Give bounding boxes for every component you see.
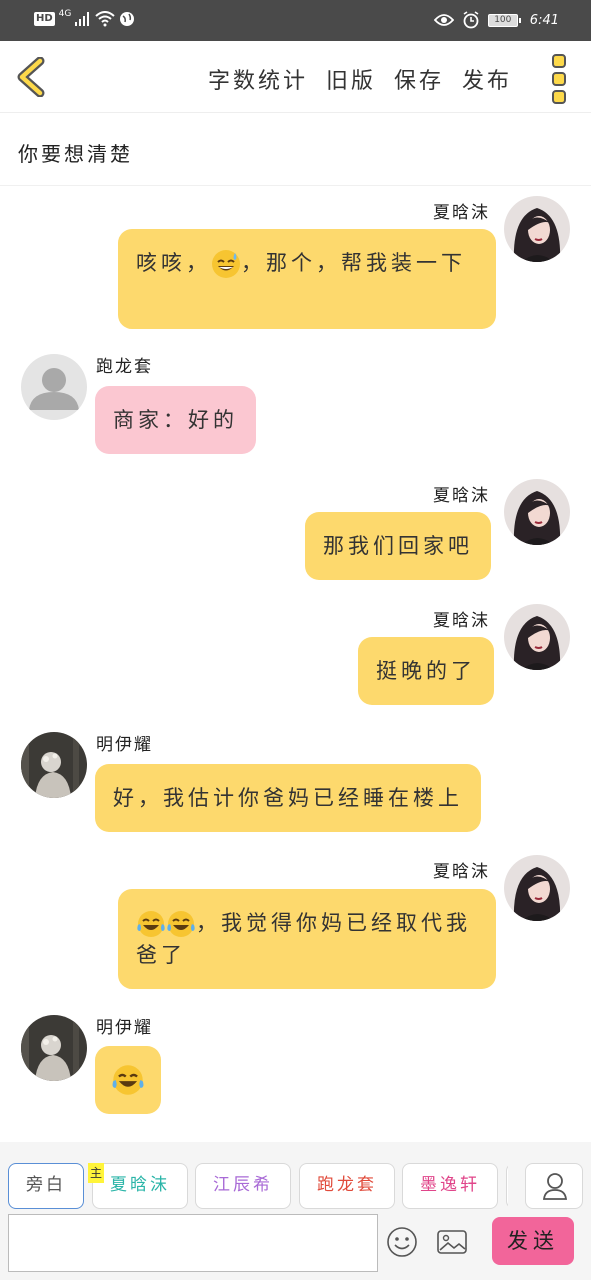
publish-button[interactable]: 发布 (462, 63, 512, 95)
role-chip[interactable]: 跑龙套 (299, 1163, 395, 1209)
eye-icon (433, 14, 454, 26)
role-label: 跑龙套 (317, 1175, 377, 1195)
message-input[interactable] (8, 1214, 378, 1272)
signal-icon (75, 12, 90, 26)
composer-panel: 旁白 夏晗沫 江辰希 跑龙套 墨逸轩 主 发送 (0, 1142, 591, 1280)
more-dot-icon (552, 72, 566, 86)
role-chip[interactable]: 夏晗沫 (92, 1163, 188, 1209)
message-text: 挺晚的了 (376, 659, 476, 683)
status-bar: HD 4G 100 6:41 (0, 0, 591, 41)
more-dot-icon (552, 90, 566, 104)
hd-icon: HD (34, 12, 55, 26)
emoji-button[interactable] (386, 1226, 418, 1258)
avatar[interactable] (504, 855, 570, 921)
avatar[interactable] (21, 732, 87, 798)
girl-avatar-icon (504, 479, 570, 545)
message-bubble[interactable]: 那我们回家吧 (305, 512, 491, 580)
boy-avatar-icon (21, 732, 87, 798)
speaker-name: 明伊耀 (96, 735, 153, 755)
speaker-name: 明伊耀 (96, 1018, 153, 1038)
more-menu-button[interactable] (549, 54, 569, 104)
message-bubble[interactable]: 挺晚的了 (358, 637, 494, 705)
message-bubble[interactable]: 商家：好的 (95, 386, 256, 454)
tears-of-joy-emoji-icon (137, 911, 165, 937)
speaker-name: 夏晗沫 (433, 862, 490, 882)
speaker-name: 夏晗沫 (433, 486, 490, 506)
tears-of-joy-emoji-icon (167, 911, 195, 937)
manage-roles-button[interactable] (525, 1163, 583, 1209)
message-bubble[interactable]: 好，我估计你爸妈已经睡在楼上 (95, 764, 481, 832)
avatar[interactable] (504, 479, 570, 545)
role-label: 旁白 (26, 1175, 66, 1195)
message-bubble[interactable]: 咳咳， ，那个，帮我装一下 (118, 229, 496, 329)
message-text: 咳咳， (136, 251, 211, 275)
speaker-name: 夏晗沫 (433, 611, 490, 631)
send-button[interactable]: 发送 (492, 1217, 574, 1265)
image-icon (437, 1230, 467, 1254)
girl-avatar-icon (504, 196, 570, 262)
word-count-button[interactable]: 字数统计 (208, 63, 308, 95)
message-text: ，那个，帮我装一下 (241, 251, 466, 275)
chat-list[interactable]: 夏晗沫 咳咳， ，那个，帮我装一下 跑龙套 商家：好的 夏晗沫 那我们回家吧 夏晗… (0, 186, 591, 1142)
chevron-left-icon (17, 56, 45, 98)
message-text: 商家：好的 (113, 408, 238, 432)
save-button[interactable]: 保存 (394, 63, 444, 95)
more-dot-icon (552, 54, 566, 68)
girl-avatar-icon (504, 855, 570, 921)
default-user-icon (21, 354, 87, 420)
role-label: 江辰希 (213, 1175, 273, 1195)
story-title: 你要想清楚 (18, 142, 133, 166)
avatar[interactable] (504, 604, 570, 670)
speaker-name: 夏晗沫 (433, 203, 490, 223)
editor-toolbar: 字数统计 旧版 保存 发布 (0, 41, 591, 113)
message-text: 那我们回家吧 (323, 534, 473, 558)
host-badge: 主 (88, 1163, 105, 1183)
story-title-row[interactable]: 你要想清楚 (0, 113, 591, 186)
role-chip-partial[interactable] (506, 1163, 508, 1209)
back-button[interactable] (14, 56, 50, 98)
sweat-smile-emoji-icon (212, 250, 240, 278)
smiley-icon (387, 1227, 417, 1257)
avatar[interactable] (504, 196, 570, 262)
boy-avatar-icon (21, 1015, 87, 1081)
alarm-icon (463, 11, 479, 29)
message-bubble[interactable]: ，我觉得你妈已经取代我爸了 (118, 889, 496, 989)
tears-of-joy-emoji-icon (112, 1065, 144, 1095)
role-chip[interactable]: 江辰希 (195, 1163, 291, 1209)
old-version-button[interactable]: 旧版 (326, 63, 376, 95)
battery-icon: 100 (487, 13, 521, 27)
role-chip[interactable]: 墨逸轩 (402, 1163, 498, 1209)
girl-avatar-icon (504, 604, 570, 670)
role-label: 夏晗沫 (110, 1175, 170, 1195)
globe-icon (120, 12, 135, 26)
image-button[interactable] (436, 1226, 468, 1258)
wifi-icon (95, 11, 116, 27)
role-label: 墨逸轩 (420, 1175, 480, 1195)
role-selector[interactable]: 旁白 夏晗沫 江辰希 跑龙套 墨逸轩 (8, 1163, 508, 1211)
clock: 6:41 (529, 12, 559, 28)
role-chip-narrator[interactable]: 旁白 (8, 1163, 84, 1209)
speaker-name: 跑龙套 (96, 357, 153, 377)
user-icon (542, 1173, 568, 1200)
message-text: 好，我估计你爸妈已经睡在楼上 (113, 786, 463, 810)
network-type: 4G (58, 9, 72, 19)
avatar[interactable] (21, 354, 87, 420)
avatar[interactable] (21, 1015, 87, 1081)
message-bubble[interactable] (95, 1046, 161, 1114)
